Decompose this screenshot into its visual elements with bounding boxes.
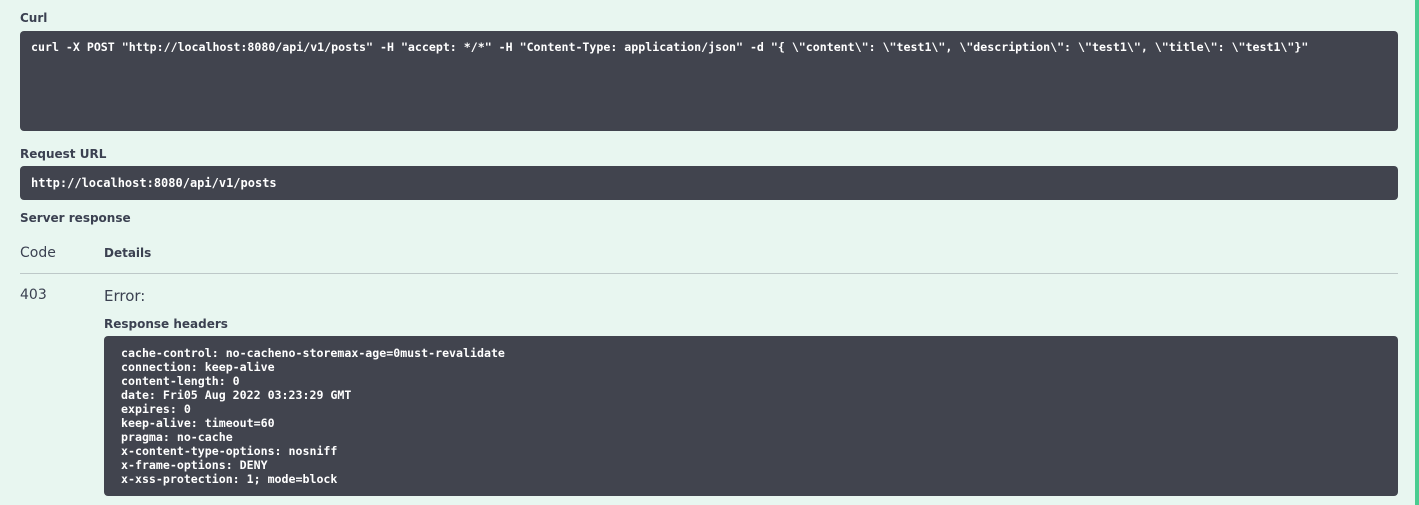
post-operation-border: [1415, 0, 1419, 505]
response-header-line: connection: keep-alive: [121, 360, 275, 374]
details-column-header: Details: [104, 246, 152, 260]
response-header-line: x-content-type-options: nosniff: [121, 444, 338, 458]
response-headers-block[interactable]: cache-control: no-cacheno-storemax-age=0…: [104, 336, 1398, 496]
response-header-line: x-frame-options: DENY: [121, 458, 268, 472]
response-header-line: expires: 0: [121, 402, 191, 416]
response-header-line: keep-alive: timeout=60: [121, 416, 275, 430]
response-header-line: pragma: no-cache: [121, 430, 233, 444]
response-header-line: date: Fri05 Aug 2022 03:23:29 GMT: [121, 388, 352, 402]
curl-command-block[interactable]: curl -X POST "http://localhost:8080/api/…: [20, 31, 1398, 131]
response-header-line: content-length: 0: [121, 374, 240, 388]
curl-label: Curl: [20, 11, 48, 25]
server-response-label: Server response: [20, 211, 131, 225]
response-status-code: 403: [20, 287, 47, 303]
response-header-line: cache-control: no-cacheno-storemax-age=0…: [121, 346, 505, 360]
response-error-text: Error:: [104, 287, 146, 305]
response-table-divider: [20, 273, 1398, 274]
code-column-header: Code: [20, 245, 56, 261]
response-headers-label: Response headers: [104, 317, 228, 331]
response-header-line: x-xss-protection: 1; mode=block: [121, 472, 338, 486]
request-url-label: Request URL: [20, 147, 107, 161]
request-url-block[interactable]: http://localhost:8080/api/v1/posts: [20, 166, 1398, 200]
